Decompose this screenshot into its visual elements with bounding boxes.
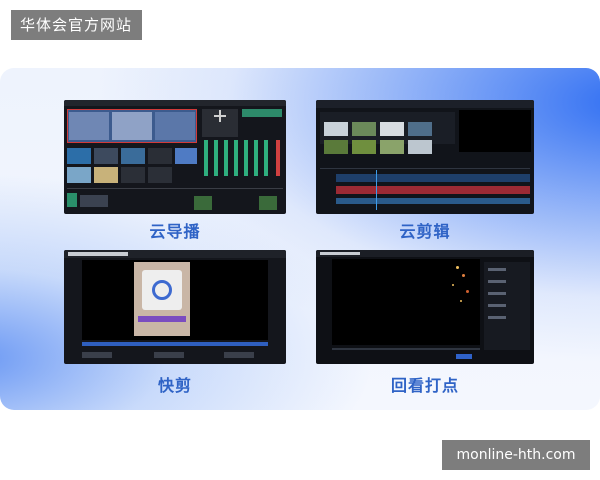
tile-caption-playback-marking[interactable]: 回看打点 (316, 372, 534, 396)
cloud-editing-screenshot[interactable] (316, 100, 534, 214)
page: 华体会官方网站 云导播 云剪辑 快剪 回看打点 monline-hth.com (0, 0, 600, 480)
quick-cut-screenshot[interactable] (64, 250, 286, 364)
cloud-director-screenshot[interactable] (64, 100, 286, 214)
tile-caption-cloud-director[interactable]: 云导播 (64, 218, 286, 242)
tile-caption-cloud-editing[interactable]: 云剪辑 (316, 218, 534, 242)
site-name-label: 华体会官方网站 (11, 10, 142, 40)
playback-marking-screenshot[interactable] (316, 250, 534, 364)
tile-caption-quick-cut[interactable]: 快剪 (64, 372, 286, 396)
feature-banner: 云导播 云剪辑 快剪 回看打点 (0, 68, 600, 410)
site-url-label: monline-hth.com (442, 440, 590, 470)
